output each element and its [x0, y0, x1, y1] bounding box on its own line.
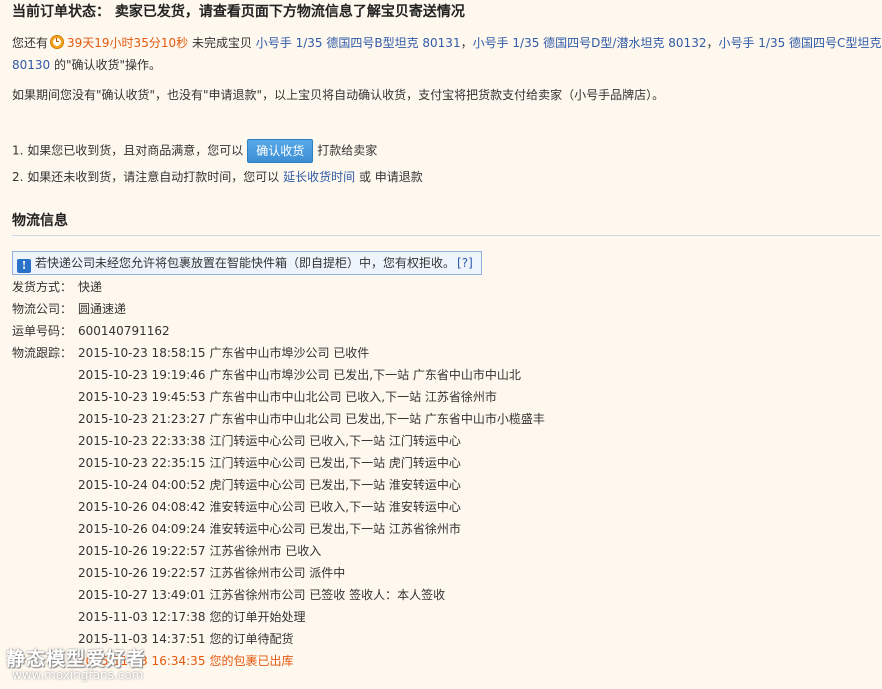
tracking-time: 2015-11-03 12:17:38 — [78, 610, 206, 624]
shipping-method-row: 发货方式： 快递 — [12, 276, 102, 298]
tracking-event: 江门转运中心公司 已收入,下一站 江门转运中心 — [209, 434, 461, 448]
tracking-event: 广东省中山市埠沙公司 已收件 — [209, 346, 370, 360]
tracking-event: 您的包裹已出库 — [209, 654, 294, 668]
shipping-method-value: 快递 — [78, 280, 103, 294]
tracking-event: 您的订单开始处理 — [209, 610, 306, 624]
tracking-time: 2015-10-23 19:45:53 — [78, 390, 206, 404]
reminder-suffix: 的"确认收货"操作。 — [54, 58, 162, 72]
tracking-time: 2015-10-23 22:35:15 — [78, 456, 206, 470]
carrier-label: 物流公司： — [12, 302, 73, 316]
tracking-event: 虎门转运中心公司 已发出,下一站 淮安转运中心 — [209, 478, 461, 492]
item-link-80130-part1[interactable]: 小号手 1/35 德国四号C型坦克 — [718, 36, 881, 50]
notice-help-link[interactable]: [?] — [457, 256, 473, 270]
tracking-entry: 2015-10-23 18:58:15 广东省中山市埠沙公司 已收件 — [78, 342, 545, 364]
countdown-reminder: 您还有 39天19小时35分10秒 未完成宝贝 小号手 1/35 德国四号B型坦克… — [12, 32, 881, 54]
section-divider — [12, 235, 880, 236]
tracking-entry: 2015-10-27 13:49:01 江苏省徐州市公司 已签收 签收人：本人签收 — [78, 584, 545, 606]
tracking-event: 广东省中山市埠沙公司 已发出,下一站 广东省中山市中山北 — [209, 368, 521, 382]
tracking-event: 淮安转运中心公司 已发出,下一站 江苏省徐州市 — [209, 522, 461, 536]
tracking-time: 2015-10-23 22:33:38 — [78, 434, 206, 448]
tracking-time: 2015-10-24 04:00:52 — [78, 478, 206, 492]
tracking-time: 2015-10-23 19:19:46 — [78, 368, 206, 382]
waybill-row: 运单号码： 600140791162 — [12, 320, 170, 342]
tracking-entry: 2015-10-23 22:33:38 江门转运中心公司 已收入,下一站 江门转运… — [78, 430, 545, 452]
item-separator: ， — [460, 36, 473, 50]
clock-icon — [50, 35, 65, 49]
tracking-event: 您的订单待配货 — [209, 632, 294, 646]
watermark-site-name: 静态模型爱好者 — [6, 648, 147, 670]
reminder-middle: 未完成宝贝 — [191, 36, 252, 50]
tracking-event: 江门转运中心公司 已发出,下一站 虎门转运中心 — [209, 456, 461, 470]
tracking-time: 2015-10-26 04:08:42 — [78, 500, 206, 514]
tracking-time: 2015-10-26 19:22:57 — [78, 566, 206, 580]
tracking-time: 2015-10-23 18:58:15 — [78, 346, 206, 360]
tracking-event: 广东省中山市中山北公司 已发出,下一站 广东省中山市小榄盛丰 — [209, 412, 545, 426]
tracking-entry: 2015-10-26 04:08:42 淮安转运中心公司 已收入,下一站 淮安转运… — [78, 496, 545, 518]
order-status-title: 当前订单状态： 卖家已发货，请查看页面下方物流信息了解宝贝寄送情况 — [12, 4, 465, 20]
waybill-number: 600140791162 — [78, 324, 170, 338]
instruction-step-1: 1. 如果您已收到货，且对商品满意，您可以 确认收货 打款给卖家 — [12, 139, 377, 163]
tracking-time: 2015-10-26 04:09:24 — [78, 522, 206, 536]
step2-text: 2. 如果还未收到货，请注意自动打款时间，您可以 — [12, 170, 280, 184]
tracking-time: 2015-10-26 19:22:57 — [78, 544, 206, 558]
tracking-label: 物流跟踪： — [12, 346, 73, 360]
tracking-event: 江苏省徐州市 已收入 — [209, 544, 322, 558]
tracking-time: 2015-10-23 21:23:27 — [78, 412, 206, 426]
locker-notice: ! 若快递公司未经您允许将包裹放置在智能快件箱（即自提柜）中，您有权拒收。 [?] — [12, 251, 482, 275]
info-icon: ! — [17, 259, 31, 273]
step1-suffix: 打款给卖家 — [317, 143, 378, 158]
tracking-entry: 2015-10-26 19:22:57 江苏省徐州市公司 派件中 — [78, 562, 545, 584]
reminder-prefix: 您还有 — [12, 36, 49, 50]
tracking-entry: 2015-10-24 04:00:52 虎门转运中心公司 已发出,下一站 淮安转运… — [78, 474, 545, 496]
tracking-list: 2015-10-23 18:58:15 广东省中山市埠沙公司 已收件 2015-1… — [78, 342, 545, 672]
countdown-timer: 39天19小时35分10秒 — [67, 36, 189, 50]
countdown-reminder-cont: 80130 的"确认收货"操作。 — [12, 54, 161, 76]
item-separator: ， — [706, 36, 719, 50]
item-link-80132[interactable]: 小号手 1/35 德国四号D型/潜水坦克 80132 — [473, 36, 707, 50]
tracking-entry: 2015-11-03 12:17:38 您的订单开始处理 — [78, 606, 545, 628]
tracking-time: 2015-10-27 13:49:01 — [78, 588, 206, 602]
tracking-event: 江苏省徐州市公司 派件中 — [209, 566, 346, 580]
watermark-url: www.moxingfans.com — [12, 668, 144, 682]
tracking-entry: 2015-10-23 19:45:53 广东省中山市中山北公司 已收入,下一站 江… — [78, 386, 545, 408]
tracking-entry: 2015-10-26 04:09:24 淮安转运中心公司 已发出,下一站 江苏省徐… — [78, 518, 545, 540]
tracking-entry: 2015-10-26 19:22:57 江苏省徐州市 已收入 — [78, 540, 545, 562]
notice-text: 若快递公司未经您允许将包裹放置在智能快件箱（即自提柜）中，您有权拒收。 — [35, 256, 456, 270]
step1-text: 1. 如果您已收到货，且对商品满意，您可以 — [12, 143, 244, 158]
item-link-80131[interactable]: 小号手 1/35 德国四号B型坦克 80131 — [256, 36, 461, 50]
instruction-step-2: 2. 如果还未收到货，请注意自动打款时间，您可以 延长收货时间 或 申请退款 — [12, 166, 423, 188]
tracking-entry: 2015-10-23 22:35:15 江门转运中心公司 已发出,下一站 虎门转运… — [78, 452, 545, 474]
item-link-80130-part2[interactable]: 80130 — [12, 58, 50, 72]
tracking-event: 广东省中山市中山北公司 已收入,下一站 江苏省徐州市 — [209, 390, 497, 404]
shipping-method-label: 发货方式： — [12, 280, 73, 294]
site-watermark: 静态模型爱好者 www.moxingfans.com — [4, 644, 194, 686]
auto-confirm-note: 如果期间您没有"确认收货"，也没有"申请退款"，以上宝贝将自动确认收货，支付宝将… — [12, 88, 665, 102]
confirm-receipt-button[interactable]: 确认收货 — [247, 139, 314, 163]
tracking-entry: 2015-10-23 21:23:27 广东省中山市中山北公司 已发出,下一站 广… — [78, 408, 545, 430]
tracking-event: 淮安转运中心公司 已收入,下一站 淮安转运中心 — [209, 500, 461, 514]
tracking-entry: 2015-10-23 19:19:46 广东省中山市埠沙公司 已发出,下一站 广东… — [78, 364, 545, 386]
extend-receipt-time-link[interactable]: 延长收货时间 — [283, 170, 355, 184]
carrier-row: 物流公司： 圆通速递 — [12, 298, 126, 320]
step2-suffix: 或 申请退款 — [358, 170, 423, 184]
tracking-event: 江苏省徐州市公司 已签收 签收人：本人签收 — [209, 588, 446, 602]
waybill-label: 运单号码： — [12, 324, 73, 338]
carrier-value: 圆通速递 — [78, 302, 127, 316]
logistics-section-title: 物流信息 — [12, 213, 68, 229]
